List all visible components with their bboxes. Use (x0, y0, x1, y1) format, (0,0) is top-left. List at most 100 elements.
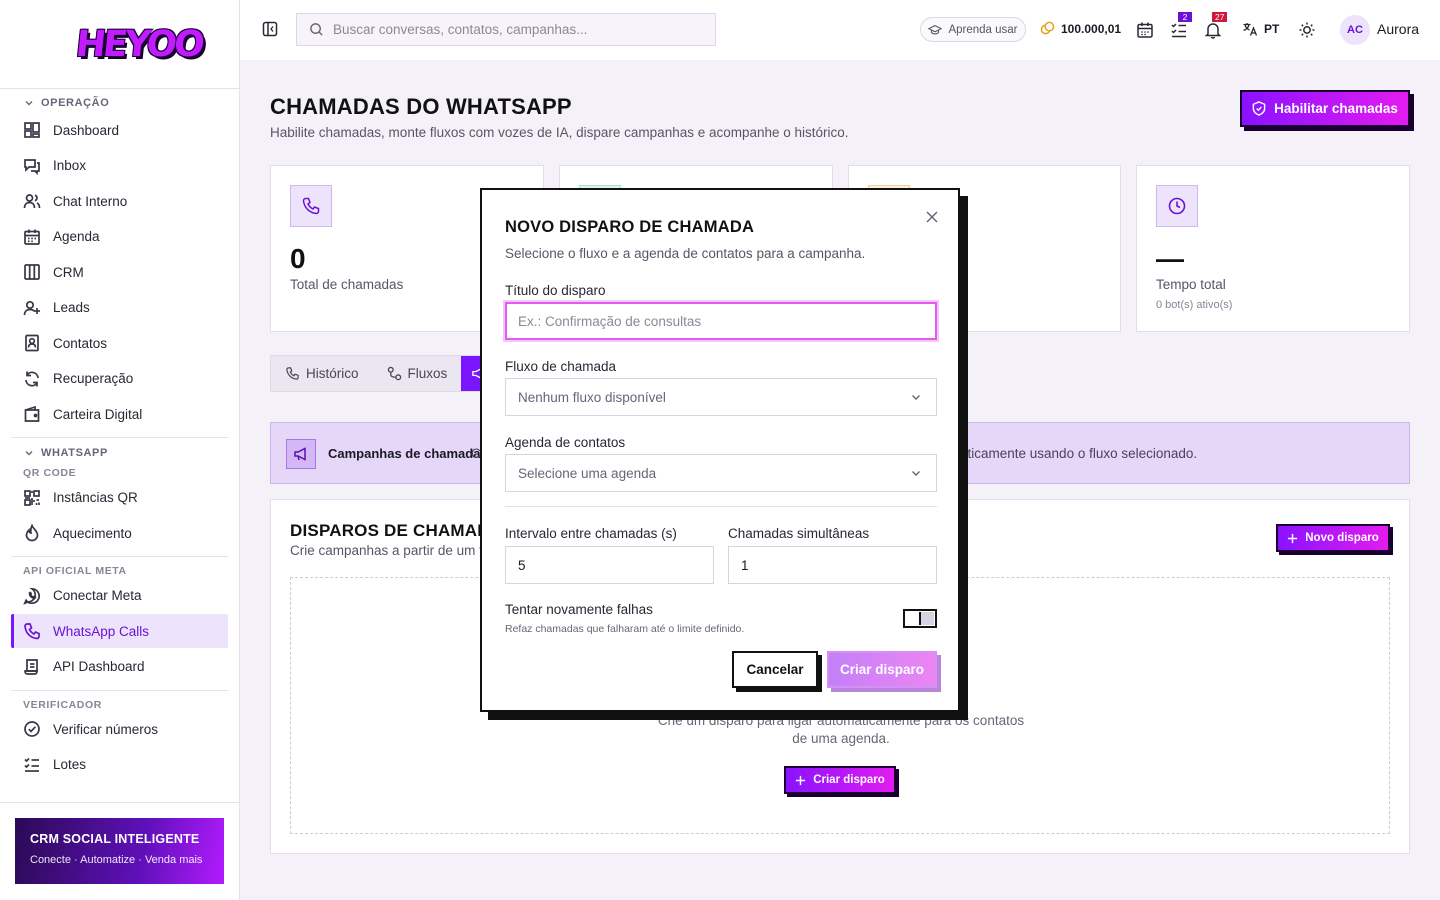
sidebar-item-inbox[interactable]: Inbox (11, 149, 228, 183)
sidebar-nav: OPERAÇÃO Dashboard Inbox Chat Interno Agend… (0, 89, 239, 782)
tasks-button[interactable]: 2 (1170, 12, 1192, 39)
retry-toggle[interactable] (903, 609, 937, 628)
translate-icon (1243, 23, 1258, 36)
calendar-icon[interactable] (1136, 21, 1154, 39)
avatar[interactable]: AC (1340, 15, 1370, 45)
subsection-verificador: VERIFICADOR (23, 698, 102, 711)
tabs: Histórico Fluxos (270, 355, 500, 392)
clock-icon (1168, 197, 1186, 215)
page-subtitle: Habilite chamadas, monte fluxos com voze… (270, 125, 849, 140)
sidebar-item-lotes[interactable]: Lotes (11, 748, 228, 782)
concurrent-label: Chamadas simultâneas (728, 526, 870, 541)
list-check-icon (24, 757, 39, 772)
promo-subtitle: Conecte · Automatize · Venda mais (30, 854, 203, 866)
list-check-icon (1171, 23, 1186, 38)
sidebar-item-label: Contatos (53, 335, 108, 351)
title-input[interactable] (518, 313, 935, 329)
language-switcher[interactable]: PT (1242, 21, 1279, 37)
sidebar-item-dashboard[interactable]: Dashboard (11, 113, 228, 147)
cancel-button[interactable]: Cancelar (732, 651, 818, 688)
sidebar-item-recuperacao[interactable]: Recuperação (11, 362, 228, 396)
check-circle-icon (24, 721, 40, 737)
user-name[interactable]: Aurora (1377, 21, 1419, 37)
search-input[interactable] (333, 22, 693, 37)
inbox-icon (24, 158, 40, 175)
sidebar-item-instancias-qr[interactable]: Instâncias QR (11, 481, 228, 515)
tab-fluxos[interactable]: Fluxos (373, 356, 462, 391)
divider (505, 506, 937, 507)
learn-button[interactable]: Aprenda usar (920, 17, 1026, 42)
enable-calls-button[interactable]: Habilitar chamadas (1240, 90, 1410, 127)
sidebar-item-label: Inbox (53, 158, 87, 173)
phone-history-icon (286, 367, 299, 380)
sidebar-item-carteira-digital[interactable]: Carteira Digital (11, 397, 228, 431)
page-title: CHAMADAS DO WHATSAPP (270, 94, 572, 119)
sidebar-item-verificar-numeros[interactable]: Verificar números (11, 712, 228, 746)
modal-title: NOVO DISPARO DE CHAMADA (505, 218, 755, 236)
sidebar-item-label: WhatsApp Calls (53, 623, 150, 639)
close-icon[interactable] (925, 210, 939, 224)
subsection-qr-code: QR CODE (23, 467, 77, 479)
sidebar-item-agenda[interactable]: Agenda (11, 220, 228, 254)
flow-select[interactable]: Nenhum fluxo disponível (505, 378, 937, 416)
agenda-select[interactable]: Selecione uma agenda (505, 454, 937, 492)
stat-sublabel: 0 bot(s) ativo(s) (1156, 299, 1233, 311)
topbar: Aprenda usar 100.000,01 2 27 PT AC Auror… (240, 0, 1440, 60)
section-operacao[interactable]: OPERAÇÃO (11, 96, 228, 110)
title-field[interactable] (505, 302, 937, 340)
kanban-icon (24, 264, 40, 280)
empty-state-text: Crie um disparo para ligar automaticamen… (657, 713, 1025, 746)
retry-label: Tentar novamente falhas (505, 602, 653, 617)
new-dispatch-button[interactable]: Novo disparo (1276, 524, 1390, 552)
coins-icon (1040, 21, 1055, 35)
promo-card[interactable]: CRM SOCIAL INTELIGENTE Conecte · Automat… (15, 818, 224, 884)
panel-title: DISPAROS DE CHAMADA (290, 521, 503, 540)
divider (11, 556, 228, 557)
logo-area: HEYOO (0, 0, 239, 89)
bell-icon (1204, 23, 1222, 39)
sidebar-item-leads[interactable]: Leads (11, 291, 228, 325)
megaphone-icon (294, 447, 306, 461)
whatsapp-icon (23, 587, 40, 605)
concurrent-input[interactable]: 1 (741, 558, 749, 573)
notifications-badge: 27 (1212, 12, 1228, 22)
heyoo-logo[interactable]: HEYOO (74, 24, 204, 65)
sidebar-item-conectar-meta[interactable]: Conectar Meta (11, 579, 228, 613)
sidebar-item-crm[interactable]: CRM (11, 255, 228, 289)
sidebar-item-whatsapp-calls[interactable]: WhatsApp Calls (11, 614, 228, 648)
sidebar-collapse-icon[interactable] (262, 21, 278, 37)
users-icon (23, 194, 41, 209)
plus-icon (1288, 533, 1298, 543)
user-plus-icon (23, 300, 40, 315)
sidebar-item-chat-interno[interactable]: Chat Interno (11, 184, 228, 218)
interval-field[interactable]: 5 (505, 546, 714, 584)
tab-historico[interactable]: Histórico (271, 356, 373, 391)
concurrent-field[interactable]: 1 (728, 546, 937, 584)
sidebar-item-contatos[interactable]: Contatos (11, 326, 228, 360)
sidebar-item-api-dashboard[interactable]: API Dashboard (11, 650, 228, 684)
create-dispatch-button[interactable]: Criar disparo (784, 766, 896, 794)
calendar-icon (24, 229, 40, 245)
sidebar-item-label: API Dashboard (53, 659, 145, 674)
sidebar-item-label: Verificar números (53, 721, 159, 737)
banner-icon (286, 439, 316, 469)
interval-input[interactable]: 5 (518, 558, 526, 573)
coin-balance[interactable]: 100.000,01 (1040, 21, 1121, 36)
sidebar-item-label: Carteira Digital (53, 406, 143, 422)
agenda-label: Agenda de contatos (505, 435, 626, 450)
new-dispatch-modal: NOVO DISPARO DE CHAMADA Selecione o flux… (480, 188, 960, 712)
sidebar-item-aquecimento[interactable]: Aquecimento (11, 516, 228, 550)
global-search[interactable] (296, 13, 716, 46)
sidebar: HEYOO OPERAÇÃO Dashboard Inbox Chat Intern… (0, 0, 240, 900)
stat-value: 0 (290, 243, 306, 274)
scroll-icon (24, 658, 38, 675)
sidebar-item-label: Recuperação (53, 371, 134, 386)
section-whatsapp[interactable]: WHATSAPP (11, 446, 228, 460)
sidebar-item-label: Instâncias QR (53, 490, 138, 505)
qr-icon (24, 489, 40, 506)
notifications-button[interactable]: 27 (1204, 12, 1228, 39)
banner-title: Campanhas de chamada (328, 446, 481, 461)
create-dispatch-submit-button[interactable]: Criar disparo (827, 651, 937, 688)
theme-toggle-icon[interactable] (1298, 21, 1316, 39)
sidebar-item-label: Agenda (53, 229, 100, 244)
